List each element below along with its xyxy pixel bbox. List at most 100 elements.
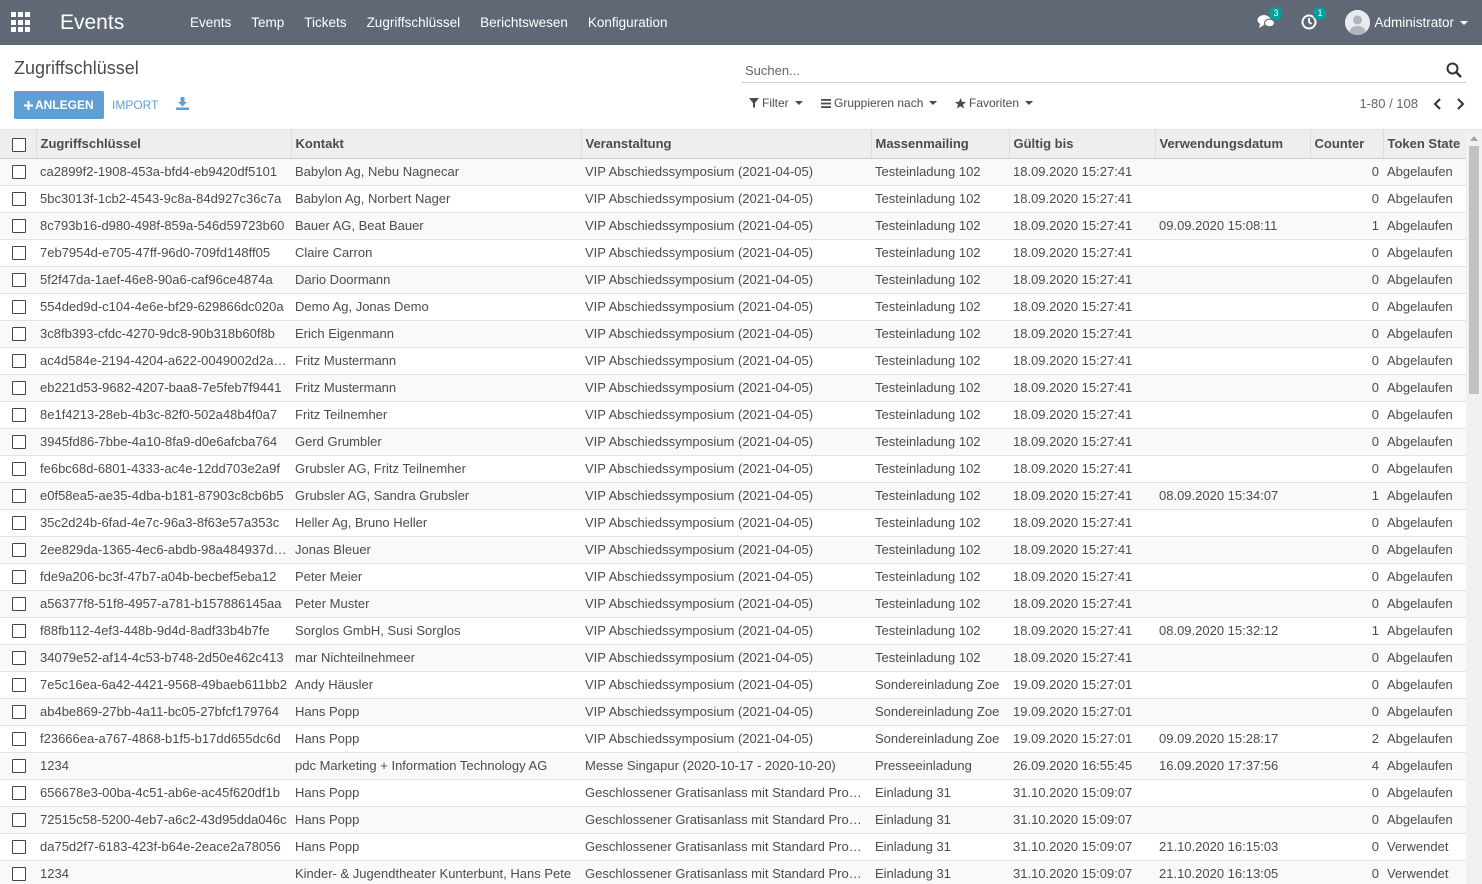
cell-zugriffschluessel[interactable]: eb221d53-9682-4207-baa8-7e5feb7f9441 xyxy=(36,374,291,402)
cell-token-state[interactable]: Abgelaufen xyxy=(1383,428,1466,456)
cell-verwendungsdatum[interactable] xyxy=(1155,779,1310,807)
messages-button[interactable]: 3 xyxy=(1257,6,1283,32)
cell-gueltig-bis[interactable]: 18.09.2020 15:27:41 xyxy=(1009,374,1155,402)
table-row[interactable]: 656678e3-00ba-4c51-ab6e-ac45f620df1b Hans… xyxy=(0,779,1466,807)
cell-zugriffschluessel[interactable]: ab4be869-27bb-4a11-bc05-27bfcf179764 xyxy=(36,698,291,726)
filter-button[interactable]: Filter xyxy=(749,96,803,110)
cell-verwendungsdatum[interactable] xyxy=(1155,698,1310,726)
table-row[interactable]: 7e5c16ea-6a42-4421-9568-49baeb611bb2 Andy… xyxy=(0,671,1466,699)
row-checkbox[interactable] xyxy=(12,597,26,612)
cell-kontakt[interactable]: Jonas Bleuer xyxy=(291,536,581,564)
row-checkbox[interactable] xyxy=(12,759,26,774)
cell-counter[interactable]: 0 xyxy=(1310,563,1383,591)
cell-kontakt[interactable]: Grubsler AG, Sandra Grubsler xyxy=(291,482,581,510)
table-row[interactable]: ca2899f2-1908-453a-bfd4-eb9420df5101 Baby… xyxy=(0,158,1466,186)
cell-kontakt[interactable]: Hans Popp xyxy=(291,698,581,726)
cell-zugriffschluessel[interactable]: 35c2d24b-6fad-4e7c-96a3-8f63e57a353c xyxy=(36,509,291,537)
column-header-veranstaltung[interactable]: Veranstaltung xyxy=(581,130,872,159)
column-header-zugriffschluessel[interactable]: Zugriffschlüssel xyxy=(36,130,292,159)
cell-kontakt[interactable]: mar Nichteilnehmeer xyxy=(291,644,581,672)
cell-counter[interactable]: 0 xyxy=(1310,185,1383,213)
cell-zugriffschluessel[interactable]: 2ee829da-1365-4ec6-abdb-98a484937d1a xyxy=(36,536,291,564)
cell-verwendungsdatum[interactable] xyxy=(1155,563,1310,591)
cell-veranstaltung[interactable]: VIP Abschiedssymposium (2021-04-05) xyxy=(581,428,871,456)
cell-counter[interactable]: 0 xyxy=(1310,266,1383,294)
row-checkbox[interactable] xyxy=(12,570,26,585)
table-row[interactable]: 72515c58-5200-4eb7-a6c2-43d95dda046c Hans… xyxy=(0,806,1466,834)
cell-verwendungsdatum[interactable]: 08.09.2020 15:32:12 xyxy=(1155,617,1310,645)
cell-gueltig-bis[interactable]: 18.09.2020 15:27:41 xyxy=(1009,617,1155,645)
cell-counter[interactable]: 0 xyxy=(1310,860,1383,884)
cell-veranstaltung[interactable]: VIP Abschiedssymposium (2021-04-05) xyxy=(581,725,871,753)
apps-menu-icon[interactable] xyxy=(11,12,32,33)
cell-veranstaltung[interactable]: VIP Abschiedssymposium (2021-04-05) xyxy=(581,536,871,564)
cell-gueltig-bis[interactable]: 19.09.2020 15:27:01 xyxy=(1009,725,1155,753)
cell-kontakt[interactable]: Babylon Ag, Nebu Nagnecar xyxy=(291,158,581,186)
cell-verwendungsdatum[interactable] xyxy=(1155,347,1310,375)
row-checkbox[interactable] xyxy=(12,435,26,450)
table-row[interactable]: fe6bc68d-6801-4333-ac4e-12dd703e2a9f Grub… xyxy=(0,455,1466,483)
cell-token-state[interactable]: Abgelaufen xyxy=(1383,590,1466,618)
cell-token-state[interactable]: Abgelaufen xyxy=(1383,185,1466,213)
cell-zugriffschluessel[interactable]: ac4d584e-2194-4204-a622-0049002d2a93 xyxy=(36,347,291,375)
table-row[interactable]: 3945fd86-7bbe-4a10-8fa9-d0e6afcba764 Gerd… xyxy=(0,428,1466,456)
cell-zugriffschluessel[interactable]: ca2899f2-1908-453a-bfd4-eb9420df5101 xyxy=(36,158,291,186)
cell-verwendungsdatum[interactable] xyxy=(1155,158,1310,186)
cell-verwendungsdatum[interactable] xyxy=(1155,455,1310,483)
row-checkbox[interactable] xyxy=(12,840,26,855)
cell-massenmailing[interactable]: Testeinladung 102 xyxy=(871,347,1009,375)
cell-gueltig-bis[interactable]: 18.09.2020 15:27:41 xyxy=(1009,239,1155,267)
cell-kontakt[interactable]: pdc Marketing + Information Technology A… xyxy=(291,752,581,780)
cell-verwendungsdatum[interactable] xyxy=(1155,239,1310,267)
cell-token-state[interactable]: Abgelaufen xyxy=(1383,752,1466,780)
column-header-verwendungsdatum[interactable]: Verwendungsdatum xyxy=(1155,130,1311,159)
cell-kontakt[interactable]: Hans Popp xyxy=(291,725,581,753)
vertical-scrollbar[interactable] xyxy=(1466,130,1482,884)
search-input[interactable] xyxy=(742,59,1432,81)
table-row[interactable]: ac4d584e-2194-4204-a622-0049002d2a93 Frit… xyxy=(0,347,1466,375)
cell-kontakt[interactable]: Fritz Teilnemher xyxy=(291,401,581,429)
cell-verwendungsdatum[interactable] xyxy=(1155,428,1310,456)
cell-zugriffschluessel[interactable]: da75d2f7-6183-423f-b64e-2eace2a78056 xyxy=(36,833,291,861)
cell-kontakt[interactable]: Babylon Ag, Norbert Nager xyxy=(291,185,581,213)
cell-veranstaltung[interactable]: Geschlossener Gratisanlass mit Standard … xyxy=(581,833,871,861)
cell-kontakt[interactable]: Erich Eigenmann xyxy=(291,320,581,348)
cell-massenmailing[interactable]: Testeinladung 102 xyxy=(871,401,1009,429)
row-checkbox[interactable] xyxy=(12,489,26,504)
cell-veranstaltung[interactable]: VIP Abschiedssymposium (2021-04-05) xyxy=(581,509,871,537)
row-checkbox[interactable] xyxy=(12,192,26,207)
cell-zugriffschluessel[interactable]: e0f58ea5-ae35-4dba-b181-87903c8cb6b5 xyxy=(36,482,291,510)
cell-massenmailing[interactable]: Testeinladung 102 xyxy=(871,320,1009,348)
cell-kontakt[interactable]: Gerd Grumbler xyxy=(291,428,581,456)
row-checkbox[interactable] xyxy=(12,165,26,180)
cell-veranstaltung[interactable]: VIP Abschiedssymposium (2021-04-05) xyxy=(581,617,871,645)
cell-token-state[interactable]: Abgelaufen xyxy=(1383,320,1466,348)
cell-token-state[interactable]: Abgelaufen xyxy=(1383,509,1466,537)
cell-veranstaltung[interactable]: VIP Abschiedssymposium (2021-04-05) xyxy=(581,293,871,321)
cell-massenmailing[interactable]: Testeinladung 102 xyxy=(871,509,1009,537)
cell-massenmailing[interactable]: Testeinladung 102 xyxy=(871,293,1009,321)
cell-veranstaltung[interactable]: VIP Abschiedssymposium (2021-04-05) xyxy=(581,644,871,672)
cell-gueltig-bis[interactable]: 31.10.2020 15:09:07 xyxy=(1009,833,1155,861)
menu-item-tickets[interactable]: Tickets xyxy=(294,0,356,45)
table-row[interactable]: f88fb112-4ef3-448b-9d4d-8adf33b4b7fe Sorg… xyxy=(0,617,1466,645)
cell-token-state[interactable]: Abgelaufen xyxy=(1383,293,1466,321)
row-checkbox[interactable] xyxy=(12,516,26,531)
cell-token-state[interactable]: Verwendet xyxy=(1383,833,1466,861)
cell-zugriffschluessel[interactable]: fe6bc68d-6801-4333-ac4e-12dd703e2a9f xyxy=(36,455,291,483)
cell-massenmailing[interactable]: Testeinladung 102 xyxy=(871,428,1009,456)
cell-counter[interactable]: 0 xyxy=(1310,644,1383,672)
cell-gueltig-bis[interactable]: 18.09.2020 15:27:41 xyxy=(1009,482,1155,510)
cell-verwendungsdatum[interactable]: 16.09.2020 17:37:56 xyxy=(1155,752,1310,780)
activities-button[interactable]: 1 xyxy=(1301,6,1327,32)
table-row[interactable]: 554ded9d-c104-4e6e-bf29-629866dc020a Demo… xyxy=(0,293,1466,321)
cell-verwendungsdatum[interactable] xyxy=(1155,266,1310,294)
cell-gueltig-bis[interactable]: 18.09.2020 15:27:41 xyxy=(1009,644,1155,672)
cell-veranstaltung[interactable]: VIP Abschiedssymposium (2021-04-05) xyxy=(581,401,871,429)
cell-massenmailing[interactable]: Testeinladung 102 xyxy=(871,590,1009,618)
cell-token-state[interactable]: Abgelaufen xyxy=(1383,617,1466,645)
cell-veranstaltung[interactable]: VIP Abschiedssymposium (2021-04-05) xyxy=(581,347,871,375)
cell-veranstaltung[interactable]: VIP Abschiedssymposium (2021-04-05) xyxy=(581,455,871,483)
cell-veranstaltung[interactable]: VIP Abschiedssymposium (2021-04-05) xyxy=(581,320,871,348)
cell-massenmailing[interactable]: Testeinladung 102 xyxy=(871,644,1009,672)
